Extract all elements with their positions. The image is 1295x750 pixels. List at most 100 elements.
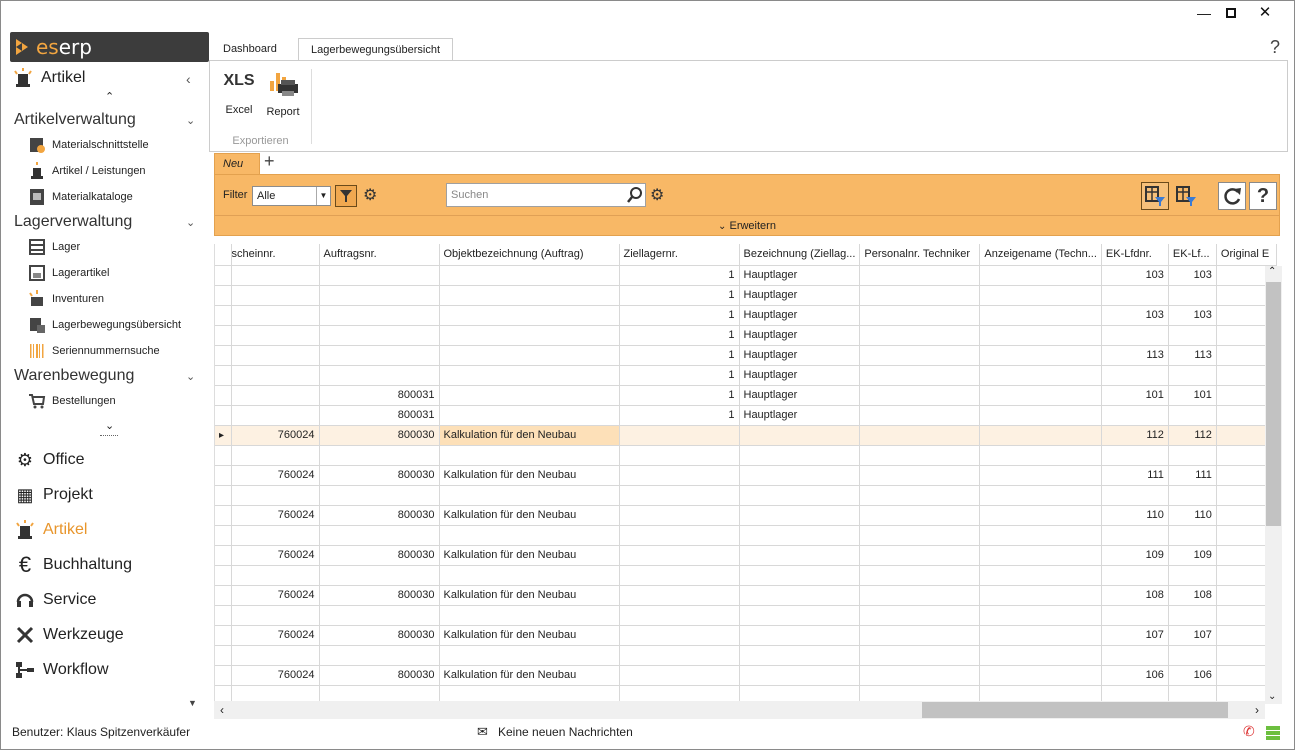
close-button[interactable]: ✕ [1254,5,1276,21]
maximize-button[interactable] [1220,5,1242,21]
table-cell[interactable] [231,265,320,286]
table-row[interactable]: 760024 800030 Kalkulation für den Neubau 11… [215,465,1277,486]
column-header[interactable]: Anzeigename (Techn... [979,244,1102,266]
table-cell[interactable]: 110 [1101,505,1169,526]
table-cell[interactable] [1168,605,1217,626]
table-cell[interactable]: 760024 [231,585,320,606]
table-cell[interactable] [231,325,320,346]
table-cell[interactable] [739,565,861,586]
table-cell[interactable]: 1 [619,285,740,306]
table-cell[interactable] [1101,565,1169,586]
table-cell[interactable] [979,665,1102,686]
subtab-neu[interactable]: Neu [214,153,260,175]
module-service[interactable]: Service [14,587,96,613]
table-cell[interactable] [439,345,620,366]
table-cell[interactable]: 800030 [319,625,440,646]
table-cell[interactable]: Kalkulation für den Neubau [439,545,620,566]
tab-dashboard[interactable]: Dashboard [211,38,289,61]
sidebar-item-inventuren[interactable]: Inventuren [28,289,104,309]
table-cell[interactable] [859,405,981,426]
group-title-warenbewegung[interactable]: Warenbewegung [14,367,134,385]
table-cell[interactable]: Hauptlager [739,405,861,426]
layout-filter-button[interactable] [1141,182,1169,210]
table-cell[interactable] [979,465,1102,486]
table-cell[interactable] [739,525,861,546]
table-cell[interactable]: 760024 [231,505,320,526]
table-cell[interactable] [619,645,740,666]
table-cell[interactable] [231,345,320,366]
table-cell[interactable]: 108 [1168,585,1217,606]
table-cell[interactable]: Hauptlager [739,265,861,286]
table-cell[interactable] [739,625,861,646]
sidebar-item-seriennummernsuche[interactable]: Seriennummernsuche [28,341,160,361]
scroll-up-icon[interactable]: ⌃ [1268,266,1276,277]
column-header[interactable]: Original E [1216,244,1277,266]
column-header[interactable]: EK-Lf... [1168,244,1217,266]
table-cell[interactable] [319,365,440,386]
table-cell[interactable]: 1 [619,405,740,426]
column-header[interactable]: Objektbezeichnung (Auftrag) [439,244,620,266]
column-header[interactable]: Bezeichnung (Ziellag... [739,244,861,266]
table-cell[interactable] [1168,525,1217,546]
table-cell[interactable] [439,365,620,386]
table-cell[interactable] [231,445,320,466]
table-row[interactable]: 760024 800030 Kalkulation für den Neubau 10… [215,545,1277,566]
table-cell[interactable] [979,285,1102,306]
chevron-down-icon[interactable]: ⌄ [186,114,195,127]
table-cell[interactable] [439,305,620,326]
table-cell[interactable]: 800030 [319,505,440,526]
table-cell[interactable] [231,365,320,386]
table-cell[interactable] [979,385,1102,406]
table-cell[interactable] [739,425,861,446]
table-row[interactable]: 760024 800030 Kalkulation für den Neubau 10… [215,585,1277,606]
table-cell[interactable]: Hauptlager [739,325,861,346]
table-cell[interactable] [859,385,981,406]
scroll-down-icon[interactable]: ⌄ [1268,691,1276,702]
table-row[interactable] [215,485,1277,506]
table-cell[interactable]: 103 [1101,265,1169,286]
search-icon[interactable] [626,186,644,209]
table-row[interactable]: 760024 800030 Kalkulation für den Neubau 10… [215,625,1277,646]
table-cell[interactable] [619,585,740,606]
splitter-handle[interactable] [100,435,118,436]
table-cell[interactable]: 760024 [231,465,320,486]
table-cell[interactable] [1101,325,1169,346]
table-cell[interactable] [1101,405,1169,426]
table-cell[interactable] [619,565,740,586]
table-row[interactable]: 1 Hauptlager [215,285,1277,306]
table-cell[interactable] [739,445,861,466]
sidebar-item-artikel-leistungen[interactable]: Artikel / Leistungen [28,161,146,181]
table-cell[interactable] [979,525,1102,546]
messages-status[interactable]: Keine neuen Nachrichten [498,725,633,739]
table-cell[interactable] [979,565,1102,586]
vertical-scrollbar[interactable]: ⌃ ⌄ [1265,266,1282,704]
sidebar-top-module[interactable]: Artikel [12,65,85,91]
table-cell[interactable] [439,405,620,426]
table-cell[interactable] [859,465,981,486]
table-cell[interactable] [319,265,440,286]
scroll-right-icon[interactable]: › [1255,703,1259,717]
column-header[interactable]: Personalnr. Techniker [859,244,981,266]
table-cell[interactable] [439,325,620,346]
table-cell[interactable] [1168,405,1217,426]
tab-lagerbewegungsuebersicht[interactable]: Lagerbewegungsübersicht [298,38,454,61]
column-header[interactable]: Ziellagernr. [619,244,740,266]
table-cell[interactable]: 1 [619,305,740,326]
table-cell[interactable] [979,425,1102,446]
horizontal-scrollbar[interactable]: ‹ › [214,701,1265,719]
table-cell[interactable] [979,345,1102,366]
table-cell[interactable] [859,305,981,326]
table-cell[interactable] [319,525,440,546]
horizontal-scroll-thumb[interactable] [922,702,1228,718]
table-cell[interactable] [1101,285,1169,306]
table-row[interactable] [215,445,1277,466]
table-cell[interactable]: 1 [619,325,740,346]
table-cell[interactable] [859,265,981,286]
table-cell[interactable] [979,585,1102,606]
table-cell[interactable]: 800030 [319,545,440,566]
table-cell[interactable] [1168,645,1217,666]
table-row[interactable]: 760024 800030 Kalkulation für den Neubau 10… [215,665,1277,686]
table-cell[interactable] [1101,485,1169,506]
table-row[interactable]: 1 Hauptlager [215,325,1277,346]
table-cell[interactable] [619,545,740,566]
